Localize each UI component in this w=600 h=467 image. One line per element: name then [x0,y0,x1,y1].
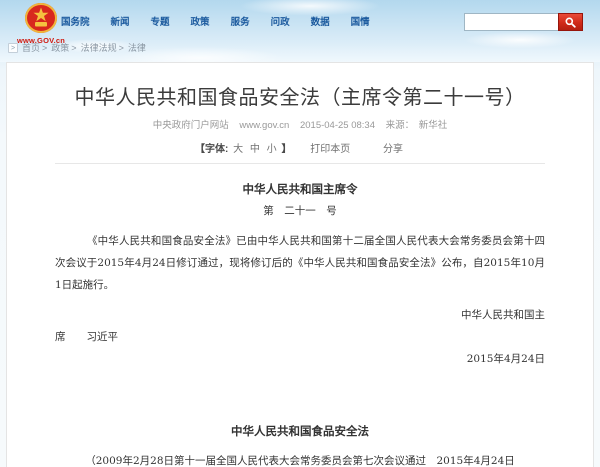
share-button[interactable]: 分享 [383,144,403,155]
font-size-small-button[interactable]: 小 [267,144,277,155]
page-title: 中华人民共和国食品安全法（主席令第二十一号） [55,84,545,112]
nav-item-8[interactable]: 国情 [351,14,370,28]
document-body: 中华人民共和国主席令 第 二十一 号 《中华人民共和国食品安全法》已由中华人民共… [55,178,545,467]
search-bar [464,13,583,31]
search-button[interactable] [558,13,583,31]
meta-source: 新华社 [419,120,448,131]
law-note-line-1: （2009年2月28日第十一届全国人民代表大会常务委员会第七次会议通过 2015… [55,450,545,467]
nav-item-7[interactable]: 数据 [311,14,330,28]
signature-line-2: 席 习近平 [55,326,545,348]
nav-item-6[interactable]: 问政 [271,14,290,28]
decree-number: 第 二十一 号 [55,200,545,222]
article-meta: 中央政府门户网站 www.gov.cn 2015-04-25 08:34 来源：… [55,117,545,131]
breadcrumb: > 首页>政策>法律法规>法律 [8,41,146,54]
breadcrumb-icon: > [8,43,18,53]
font-size-large-button[interactable]: 大 [233,144,243,155]
decree-date: 2015年4月24日 [55,348,545,370]
nav-item-4[interactable]: 政策 [191,14,210,28]
print-button[interactable]: 打印本页 [310,144,350,155]
meta-datetime: 2015-04-25 08:34 [300,120,375,131]
breadcrumb-item-2[interactable]: 政策 [51,41,69,54]
page: www.GOV.cn 国务院新闻专题政策服务问政数据国情 > 首页>政策>法律法… [0,0,600,467]
search-input[interactable] [464,13,558,31]
main-nav: 国务院 新闻 专题 政策 服务 问政 数据 国情 [61,14,370,28]
breadcrumb-items: 首页>政策>法律法规>法律 [22,41,146,54]
article-toolbar: 【字体: 大 中 小 】 打印本页 分享 [55,140,545,155]
font-size-label-close: 】 [281,144,291,155]
font-size-medium-button[interactable]: 中 [250,144,260,155]
national-emblem-icon [21,2,61,36]
font-size-label: 【字体: [195,144,228,155]
breadcrumb-item-1[interactable]: 首页 [22,41,40,54]
breadcrumb-separator: > [119,43,124,53]
breadcrumb-separator: > [42,43,47,53]
breadcrumb-separator: > [71,43,76,53]
nav-item-1[interactable]: 国务院 [61,14,90,28]
breadcrumb-item-3[interactable]: 法律法规 [81,41,117,54]
meta-source-label: 来源： [386,120,415,131]
divider [55,163,545,164]
meta-url: www.gov.cn [239,120,289,131]
meta-site: 中央政府门户网站 [153,120,229,131]
nav-item-5[interactable]: 服务 [231,14,250,28]
nav-item-3[interactable]: 专题 [151,14,170,28]
search-icon [565,17,576,28]
breadcrumb-item-4[interactable]: 法律 [128,41,146,54]
nav-item-2[interactable]: 新闻 [111,14,130,28]
decree-paragraph: 《中华人民共和国食品安全法》已由中华人民共和国第十二届全国人民代表大会常务委员会… [55,230,545,296]
decree-heading: 中华人民共和国主席令 [55,178,545,200]
signature-line-1: 中华人民共和国主 [55,304,545,326]
content-panel: 中华人民共和国食品安全法（主席令第二十一号） 中央政府门户网站 www.gov.… [6,62,594,467]
law-title: 中华人民共和国食品安全法 [55,420,545,442]
site-header: www.GOV.cn 国务院新闻专题政策服务问政数据国情 > 首页>政策>法律法… [0,0,600,62]
